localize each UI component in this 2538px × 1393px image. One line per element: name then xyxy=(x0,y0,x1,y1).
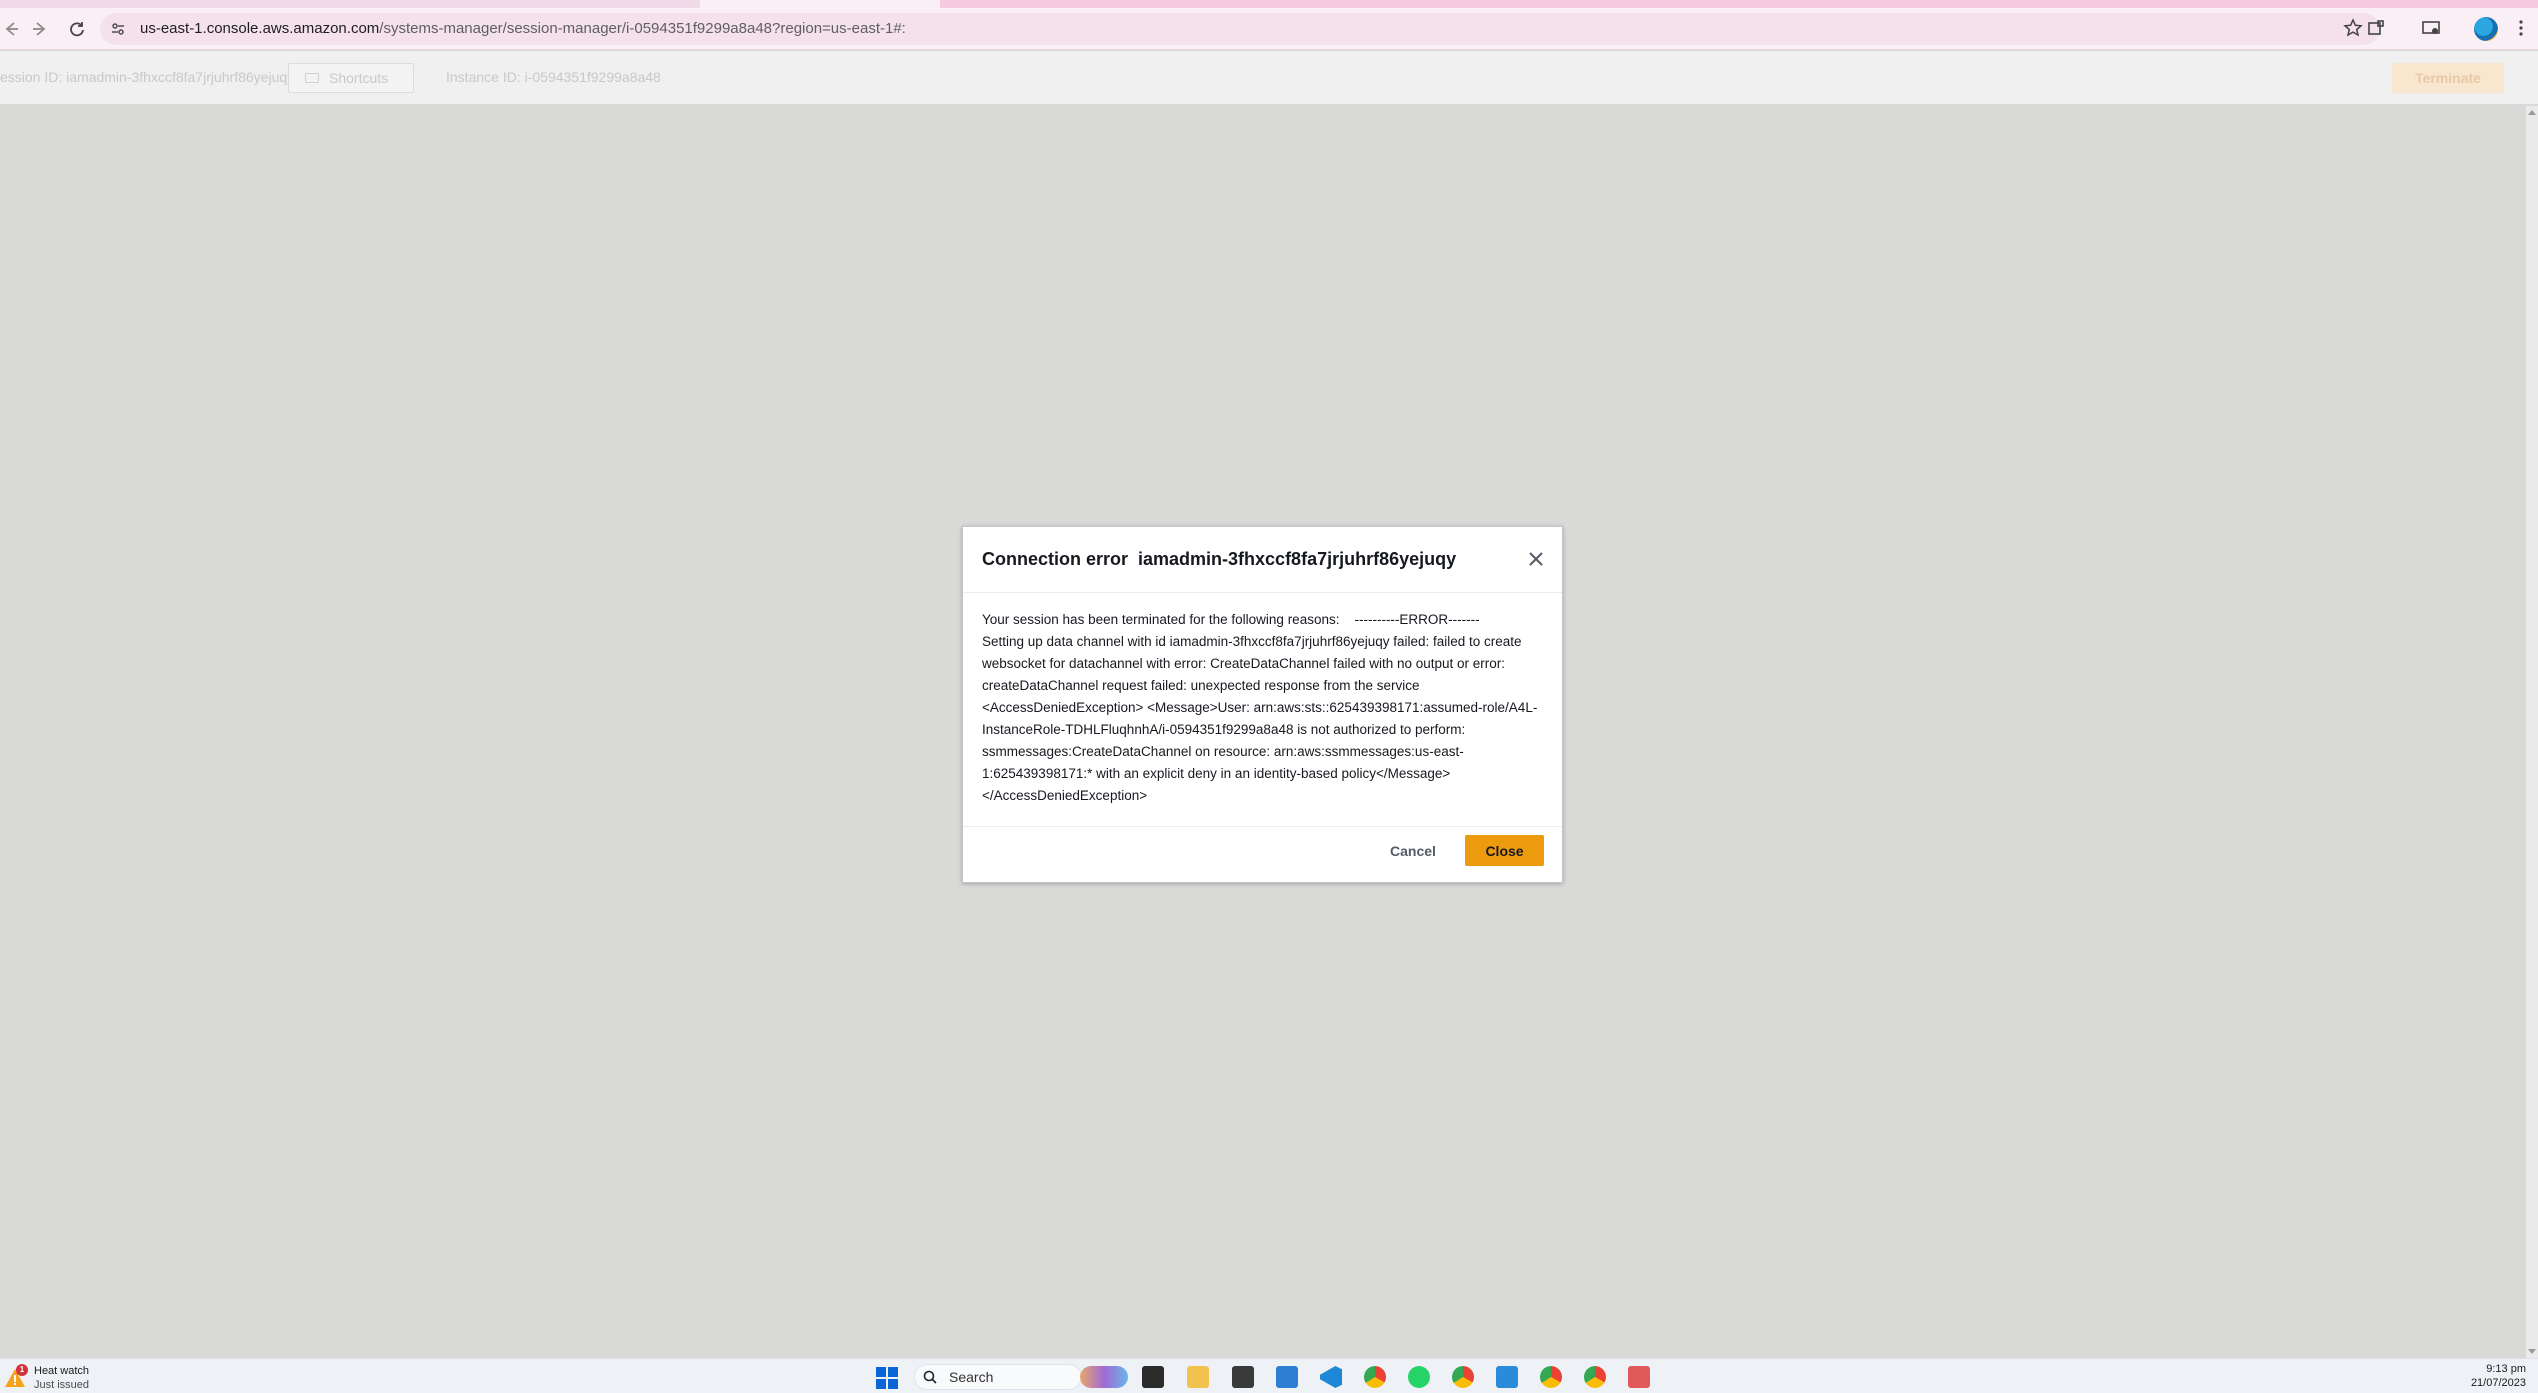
search-icon xyxy=(923,1370,937,1384)
taskbar-search[interactable]: Search xyxy=(914,1364,1082,1390)
site-info-icon[interactable] xyxy=(110,21,126,37)
clock-time: 9:13 pm xyxy=(2486,1363,2526,1375)
tab-inactive[interactable] xyxy=(700,0,940,8)
taskbar: 1 Heat watch Just issued Search 9:13 pm … xyxy=(0,1358,2538,1393)
profile-avatar-icon[interactable] xyxy=(2474,17,2498,41)
page-scrollbar[interactable] xyxy=(2526,106,2538,1358)
widgets-icon[interactable] xyxy=(1080,1366,1128,1388)
weather-subtitle: Just issued xyxy=(34,1379,90,1391)
terminate-button[interactable]: Terminate xyxy=(2392,63,2504,93)
forward-icon[interactable] xyxy=(29,18,51,40)
url-text[interactable]: us-east-1.console.aws.amazon.com/systems… xyxy=(140,13,906,45)
connection-error-dialog: Connection error iamadmin-3fhxccf8fa7jrj… xyxy=(962,526,1563,883)
tab-active[interactable] xyxy=(940,0,2538,8)
system-clock[interactable]: 9:13 pm 21/07/2023 xyxy=(2471,1362,2526,1390)
bookmark-star-icon[interactable] xyxy=(2342,18,2364,40)
chrome-profile-icon[interactable] xyxy=(1452,1366,1474,1388)
weather-title: Heat watch xyxy=(34,1365,90,1377)
search-label: Search xyxy=(949,1369,994,1385)
dialog-footer: Cancel Close xyxy=(963,826,1562,883)
dialog-message: Your session has been terminated for the… xyxy=(982,612,1538,803)
chrome-icon[interactable] xyxy=(1364,1366,1386,1388)
chrome-profile2-icon[interactable] xyxy=(1584,1366,1606,1388)
scroll-up-icon[interactable] xyxy=(2528,110,2536,115)
browser-menu-icon[interactable] xyxy=(2510,18,2532,40)
notepad-icon[interactable] xyxy=(1496,1366,1518,1388)
instance-id-label: Instance ID: i-0594351f9299a8a48 xyxy=(446,69,661,85)
chrome-active-icon[interactable] xyxy=(1540,1366,1562,1388)
task-view-icon[interactable] xyxy=(1142,1366,1164,1388)
vscode-icon[interactable] xyxy=(1320,1366,1342,1388)
snipping-tool-icon[interactable] xyxy=(1232,1366,1254,1388)
media-cast-icon[interactable] xyxy=(2420,18,2442,40)
file-explorer-icon[interactable] xyxy=(1187,1366,1209,1388)
snip-sketch-icon[interactable] xyxy=(1628,1366,1650,1388)
clock-date: 21/07/2023 xyxy=(2470,1377,2526,1389)
extensions-icon[interactable] xyxy=(2365,18,2387,40)
close-button[interactable]: Close xyxy=(1465,835,1544,866)
back-icon[interactable] xyxy=(0,18,22,40)
dialog-header: Connection error iamadmin-3fhxccf8fa7jrj… xyxy=(963,527,1562,593)
url-path: /systems-manager/session-manager/i-05943… xyxy=(379,20,906,37)
shortcuts-button[interactable]: Shortcuts xyxy=(288,63,414,93)
keyboard-icon xyxy=(305,73,319,83)
tab-strip xyxy=(0,0,2538,8)
browser-toolbar: us-east-1.console.aws.amazon.com/systems… xyxy=(0,8,2538,50)
reload-icon[interactable] xyxy=(66,18,88,40)
address-bar[interactable]: us-east-1.console.aws.amazon.com/systems… xyxy=(100,13,2380,45)
dialog-title: Connection error iamadmin-3fhxccf8fa7jrj… xyxy=(982,549,1457,569)
shortcuts-label: Shortcuts xyxy=(329,70,389,86)
windows-start-icon[interactable] xyxy=(876,1367,898,1389)
session-id-label: ession ID: iamadmin-3fhxccf8fa7jrjuhrf86… xyxy=(0,69,295,85)
scroll-down-icon[interactable] xyxy=(2528,1349,2536,1354)
url-host: us-east-1.console.aws.amazon.com xyxy=(140,20,380,37)
close-icon[interactable] xyxy=(1526,549,1546,569)
whatsapp-icon[interactable] xyxy=(1408,1366,1430,1388)
cancel-button[interactable]: Cancel xyxy=(1378,834,1448,866)
session-header: ession ID: iamadmin-3fhxccf8fa7jrjuhrf86… xyxy=(0,51,2538,105)
notification-badge: 1 xyxy=(16,1364,28,1376)
app-icon[interactable] xyxy=(1276,1366,1298,1388)
